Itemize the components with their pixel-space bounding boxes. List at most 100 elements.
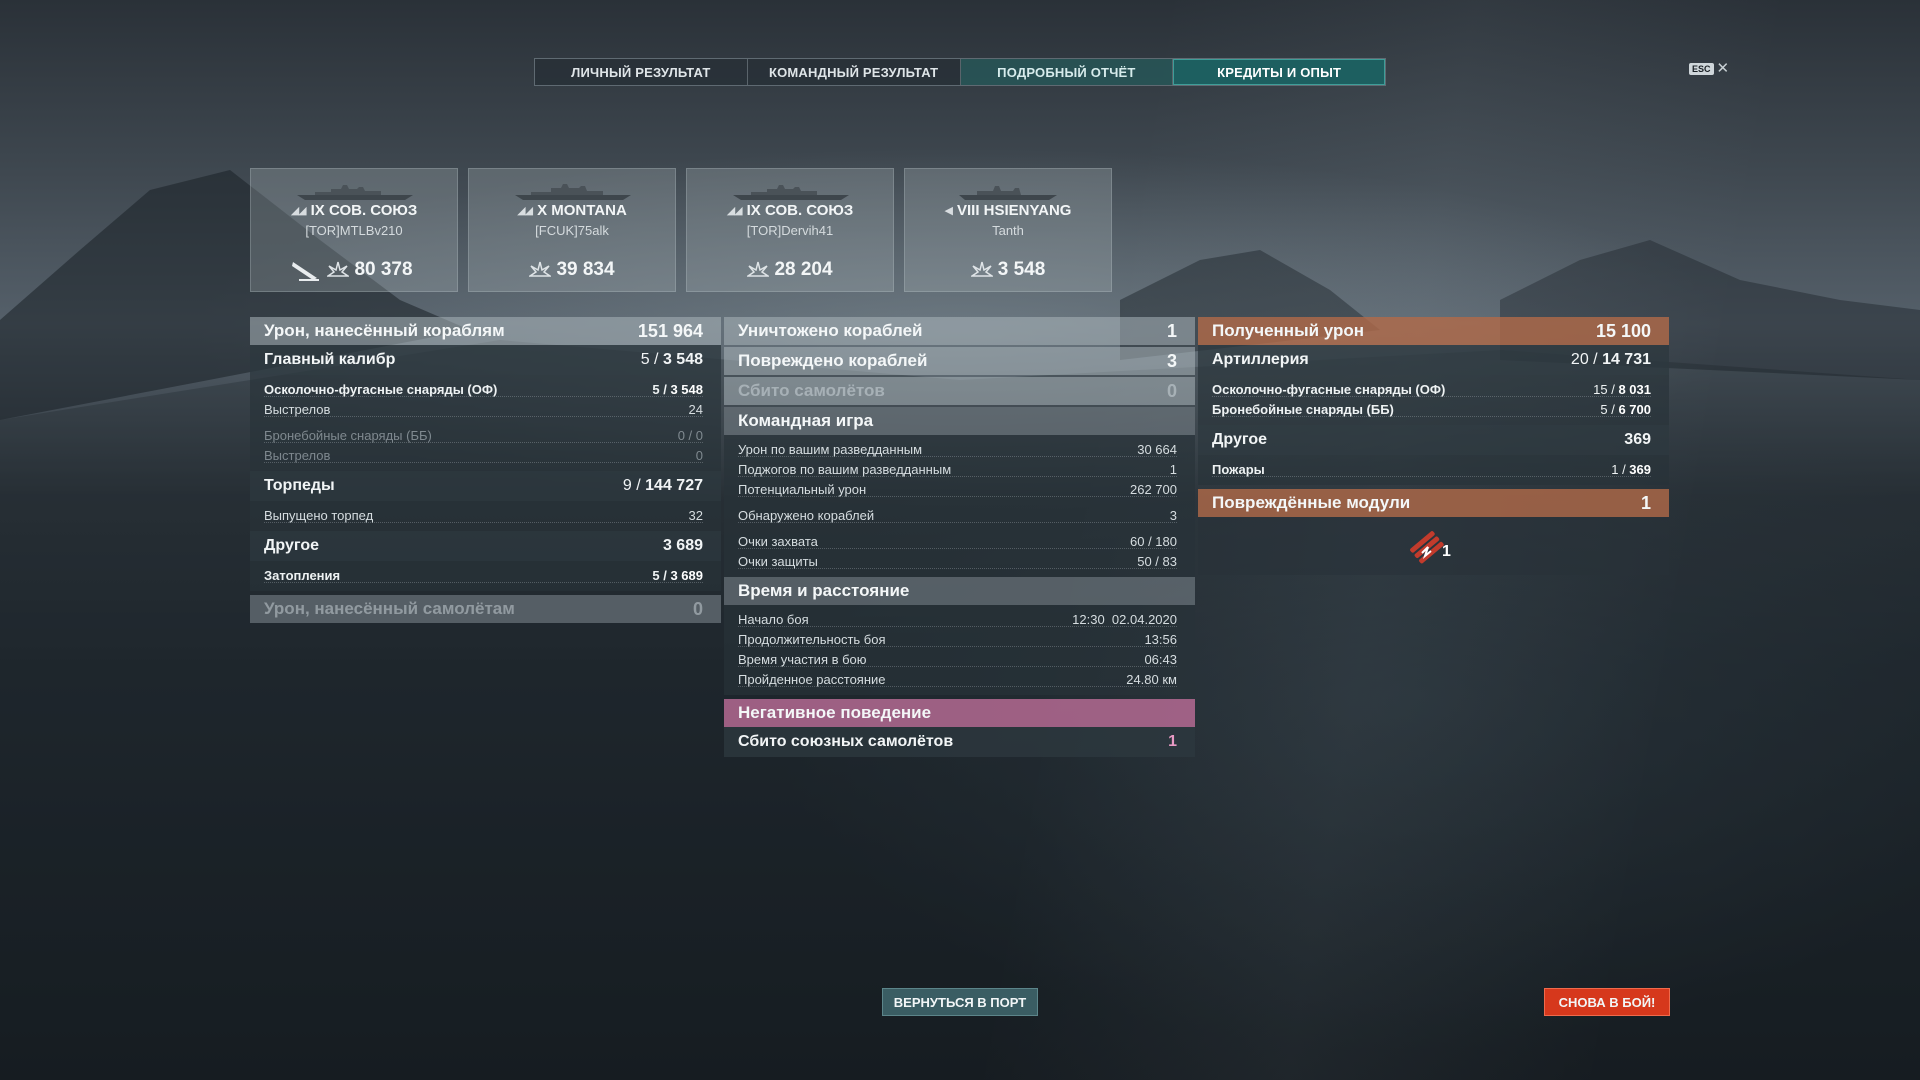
battle-again-button[interactable]: СНОВА В БОЙ! [1544, 988, 1670, 1016]
capture-points-label: Очки захвата [738, 533, 818, 549]
cruiser-icon [959, 186, 1057, 200]
ship-damage-value: 39 834 [556, 259, 615, 280]
duration-label: Продолжительность боя [738, 631, 886, 647]
artillery-label: Артиллерия [1212, 351, 1309, 368]
artillery-details: Осколочно-фугасные снаряды (ОФ) 15 / 8 0… [1198, 375, 1669, 425]
stat-row: Продолжительность боя 13:56 [724, 629, 1195, 649]
ship-card[interactable]: ◢◢ IX СОВ. СОЮЗ [TOR]MTLBv210 80 378 [250, 168, 458, 292]
main-battery-header: Главный калибр 5 / 3 548 [250, 345, 721, 375]
stat-row: Обнаружено кораблей 3 [724, 505, 1195, 525]
stat-row: Пройденное расстояние 24.80 км [724, 669, 1195, 689]
received-damage-value: 15 100 [1595, 320, 1651, 341]
ship-name: ◀ VIII HSIENYANG [905, 202, 1111, 219]
he-received-value: 15 / 8 031 [1593, 381, 1651, 397]
rank-icon: ◢◢ [726, 205, 743, 217]
battle-start-label: Начало боя [738, 611, 809, 627]
torpedoes-details: Выпущено торпед 32 [250, 501, 721, 531]
stat-row: Очки защиты 50 / 83 [724, 551, 1195, 571]
capture-points-value: 60 / 180 [1130, 533, 1177, 549]
torpedoes-label: Торпеды [264, 477, 335, 494]
flooding-damage: 3 689 [670, 567, 703, 583]
destroyed-value: 1 [1166, 320, 1177, 341]
ship-card[interactable]: ◀ VIII HSIENYANG Tanth 3 548 [904, 168, 1112, 292]
tab-personal-result[interactable]: ЛИЧНЫЙ РЕЗУЛЬТАТ [535, 59, 748, 85]
flooding-value: 5 / 3 689 [652, 567, 703, 583]
ap-received-label: Бронебойные снаряды (ББ) [1212, 401, 1394, 417]
battleship-icon [297, 185, 413, 200]
damage-received-panel: Полученный урон 15 100 Артиллерия 20 / 1… [1198, 317, 1669, 575]
stat-row: Выстрелов 0 [250, 445, 721, 465]
ap-shots-label: Выстрелов [264, 447, 331, 463]
spotting-damage-value: 30 664 [1137, 441, 1177, 457]
esc-key-icon: ESC [1689, 62, 1714, 75]
rank-icon: ◢◢ [517, 205, 533, 217]
participation-value: 06:43 [1144, 651, 1177, 667]
rank-icon: ◀ [944, 205, 954, 217]
artillery-value: 20 / 14 731 [1570, 351, 1651, 368]
allied-planes-row: Сбито союзных самолётов 1 [724, 727, 1195, 757]
team-play-header: Командная игра [724, 407, 1195, 435]
ship-card[interactable]: ◢◢ X MONTANA [FCUK]75alk 39 834 [468, 168, 676, 292]
spotting-fires-label: Поджогов по вашим разведданным [738, 461, 952, 477]
player-name: [FCUK]75alk [535, 223, 609, 238]
time-distance-label: Время и расстояние [738, 581, 910, 600]
other-received-label: Другое [1212, 431, 1267, 448]
he-shells-label: Осколочно-фугасные снаряды (ОФ) [264, 381, 498, 397]
battleship-icon [515, 184, 631, 200]
torps-fired-value: 32 [688, 507, 703, 523]
damaged-label: Повреждено кораблей [738, 351, 928, 370]
ship-card[interactable]: ◢◢ IX СОВ. СОЮЗ [TOR]Dervih41 28 204 [686, 168, 894, 292]
tab-detailed-report[interactable]: ПОДРОБНЫЙ ОТЧЁТ [960, 59, 1174, 85]
ship-name: ◢◢ IX СОВ. СОЮЗ [687, 202, 893, 219]
ship-damage: 28 204 [687, 259, 893, 281]
tab-team-result[interactable]: КОМАНДНЫЙ РЕЗУЛЬТАТ [748, 59, 961, 85]
close-button[interactable]: ESC ✕ [1689, 61, 1729, 76]
stat-row: Очки захвата 60 / 180 [724, 531, 1195, 551]
rank-icon: ◢◢ [290, 205, 307, 217]
ship-damage-value: 3 548 [997, 259, 1046, 280]
stat-row: Пожары 1 / 369 [1198, 459, 1669, 479]
damage-planes-value: 0 [692, 598, 703, 619]
ap-shots-value: 0 [695, 447, 703, 463]
damage-planes-header: Урон, нанесённый самолётам 0 [250, 595, 721, 623]
stat-row: Выпущено торпед 32 [250, 505, 721, 525]
fires-value: 1 / 369 [1611, 461, 1651, 477]
fires-damage: 369 [1629, 461, 1651, 477]
artillery-hits: 20 [1570, 351, 1589, 368]
team-play-details: Урон по вашим разведданным 30 664 Поджог… [724, 435, 1195, 577]
he-received-hits: 15 [1593, 381, 1608, 397]
flooding-hits: 5 [652, 567, 660, 583]
return-to-port-button[interactable]: ВЕРНУТЬСЯ В ПОРТ [882, 988, 1038, 1016]
stat-row: Затопления 5 / 3 689 [250, 565, 721, 585]
ship-damage: 39 834 [469, 259, 675, 281]
stat-row: Поджогов по вашим разведданным 1 [724, 459, 1195, 479]
received-damage-header: Полученный урон 15 100 [1198, 317, 1669, 345]
other-damage-details: Затопления 5 / 3 689 [250, 561, 721, 591]
stat-row: Потенциальный урон 262 700 [724, 479, 1195, 499]
damaged-modules-area: 1 [1198, 517, 1669, 575]
flooding-label: Затопления [264, 567, 341, 583]
he-shells-value: 5 / 3 548 [652, 381, 703, 397]
tab-credits-xp[interactable]: КРЕДИТЫ И ОПЫТ [1173, 59, 1385, 85]
potential-damage-value: 262 700 [1130, 481, 1177, 497]
damaged-modules-header: Повреждённые модули 1 [1198, 489, 1669, 517]
other-received-details: Пожары 1 / 369 [1198, 455, 1669, 485]
torpedoes-value: 9 / 144 727 [622, 477, 703, 494]
ship-damage-value: 80 378 [354, 259, 413, 280]
ship-name: ◢◢ IX СОВ. СОЮЗ [251, 202, 457, 219]
player-name: Tanth [992, 223, 1024, 238]
ap-received-hits: 5 [1600, 401, 1608, 417]
stat-row: Бронебойные снаряды (ББ) 5 / 6 700 [1198, 399, 1669, 419]
ap-received-value: 5 / 6 700 [1600, 401, 1651, 417]
stat-row: Осколочно-фугасные снаряды (ОФ) 15 / 8 0… [1198, 379, 1669, 399]
received-damage-label: Полученный урон [1212, 321, 1365, 340]
damaged-header: Повреждено кораблей 3 [724, 347, 1195, 375]
damaged-modules-value: 1 [1640, 492, 1651, 513]
negative-behavior-header: Негативное поведение [724, 699, 1195, 727]
destroyed-label: Уничтожено кораблей [738, 321, 923, 340]
stat-row: Выстрелов 24 [250, 399, 721, 419]
damage-burst-icon [747, 261, 770, 277]
artillery-header: Артиллерия 20 / 14 731 [1198, 345, 1669, 375]
ship-damage: 3 548 [905, 259, 1111, 281]
duration-value: 13:56 [1144, 631, 1177, 647]
